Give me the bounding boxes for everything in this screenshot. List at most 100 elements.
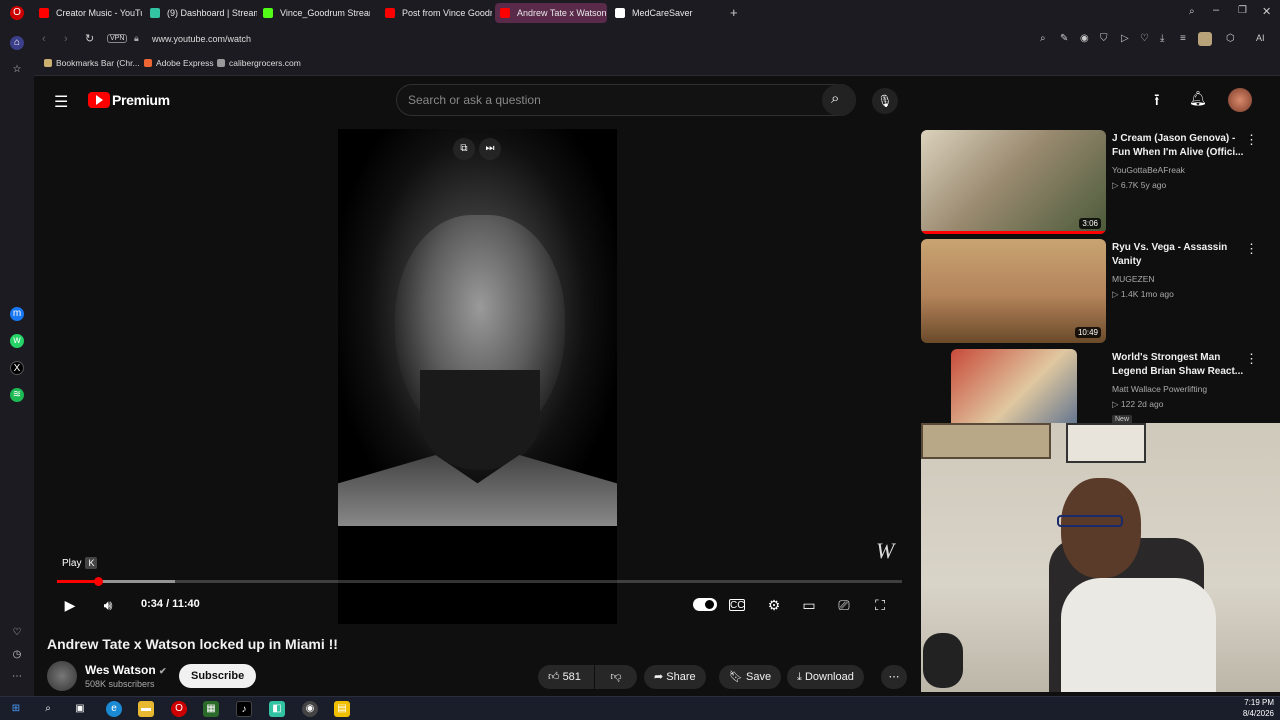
extensions-icon[interactable]: ⬡ (1226, 33, 1235, 44)
upload-icon[interactable]: ⭱ (1154, 89, 1160, 116)
clock-time[interactable]: 7:19 PM (1236, 698, 1274, 707)
hamburger-menu-icon[interactable]: ☰ (54, 92, 68, 112)
channel-watermark-icon[interactable]: W (876, 538, 894, 564)
heart-icon[interactable]: ♡ (1140, 33, 1149, 44)
tab-post-from-vince[interactable]: Post from Vince Goodrum (380, 3, 492, 23)
start-icon[interactable]: ⊞ (8, 701, 24, 717)
recommendation-title[interactable]: Ryu Vs. Vega - Assassin Vanity (1112, 241, 1245, 269)
whatsapp-icon[interactable]: w (10, 334, 24, 348)
shield-icon[interactable]: ⛉ (1100, 33, 1108, 44)
progress-bar[interactable] (57, 580, 902, 583)
profile-icon[interactable] (1198, 32, 1212, 46)
reload-icon[interactable]: ↻ (85, 32, 94, 45)
tab-andrew-tate-video[interactable]: Andrew Tate x Watson lo (495, 3, 607, 23)
home-icon[interactable]: ⌂ (10, 36, 24, 50)
x-twitter-icon[interactable]: X (10, 361, 24, 375)
close-window-icon[interactable]: ✕ (1262, 5, 1271, 18)
file-explorer-icon[interactable]: ▬ (138, 701, 154, 717)
fullscreen-icon[interactable]: ⛶ (870, 596, 890, 614)
dislike-button[interactable]: 👎︎ (595, 665, 637, 689)
history-icon[interactable]: ◷ (10, 648, 24, 662)
watched-progress-bar (921, 231, 1106, 234)
bookmark-adobe-express[interactable]: Adobe Express (144, 58, 214, 68)
recommendation-channel[interactable]: Matt Wallace Powerlifting (1112, 384, 1207, 394)
notifications-bell-icon[interactable]: 🔔︎ (1189, 90, 1207, 107)
tab-streamlabs[interactable]: (9) Dashboard | Streamlab (145, 3, 257, 23)
voice-search-icon[interactable]: 🎙︎ (872, 88, 898, 114)
settings-gear-icon[interactable]: ⚙ (764, 596, 784, 614)
recommendation-item[interactable]: 10:49 Ryu Vs. Vega - Assassin Vanity MUG… (921, 239, 1271, 345)
kebab-menu-icon[interactable]: ⋮ (1245, 132, 1258, 148)
tab-medcaresaver[interactable]: MedCareSaver (610, 3, 722, 23)
maximize-icon[interactable]: ❐ (1238, 5, 1247, 16)
recommendation-title[interactable]: World's Strongest Man Legend Brian Shaw … (1112, 351, 1245, 379)
obs-icon[interactable]: ◉ (302, 701, 318, 717)
camera-icon[interactable]: ◉ (1080, 33, 1089, 44)
channel-avatar[interactable] (47, 661, 77, 691)
captions-icon[interactable]: CC (729, 599, 745, 611)
channel-name[interactable]: Wes Watson ✔ (85, 663, 167, 677)
account-avatar[interactable] (1228, 88, 1252, 112)
recommendation-thumbnail[interactable]: 10:49 (921, 239, 1106, 343)
url-field[interactable]: www.youtube.com/watch (152, 34, 251, 44)
download-icon[interactable]: ⤓ (1160, 33, 1164, 44)
kebab-menu-icon[interactable]: ⋮ (1245, 241, 1258, 257)
youtube-premium-logo[interactable]: Premium (112, 92, 170, 108)
recommendation-thumbnail[interactable]: 3:06 (921, 130, 1106, 234)
search-icon[interactable]: ⌕ (40, 701, 56, 717)
save-button[interactable]: 🔖︎ Save (719, 665, 782, 689)
vpn-badge[interactable]: VPN (107, 34, 128, 43)
forward-icon[interactable]: › (64, 33, 68, 45)
menu-icon[interactable]: ≡ (1180, 33, 1186, 44)
sticky-notes-icon[interactable]: ▤ (334, 701, 350, 717)
tab-creator-music[interactable]: Creator Music - YouTube S (34, 3, 142, 23)
recommendation-channel[interactable]: YouGottaBeAFreak (1112, 165, 1185, 175)
subscribe-button[interactable]: Subscribe (179, 664, 257, 688)
tiktok-icon[interactable]: ♪ (236, 701, 252, 717)
search-input[interactable]: Search or ask a question (396, 84, 856, 116)
bookmark-folder[interactable]: Bookmarks Bar (Chr... (44, 58, 140, 68)
autoplay-toggle[interactable] (693, 598, 717, 611)
download-button[interactable]: ⤓ Download (787, 665, 864, 689)
streamlabs-icon[interactable]: ◧ (269, 701, 285, 717)
player-icon[interactable]: ▷ (1121, 33, 1129, 44)
store-icon[interactable]: ▦ (203, 701, 219, 717)
youtube-logo-icon[interactable] (88, 92, 110, 108)
back-icon[interactable]: ‹ (42, 33, 46, 45)
recommendation-meta: ▷ 1.4K 1mo ago (1112, 289, 1174, 299)
share-button[interactable]: ➦ Share (644, 665, 706, 689)
opera-icon[interactable]: O (171, 701, 187, 717)
zoom-icon[interactable]: ⌕ (1040, 33, 1046, 44)
tab-search-icon[interactable]: ⌕ (1189, 6, 1195, 17)
clock-date[interactable]: 8/4/2026 (1236, 709, 1274, 718)
recommendation-title[interactable]: J Cream (Jason Genova) - Fun When I'm Al… (1112, 132, 1245, 160)
edge-icon[interactable]: e (106, 701, 122, 717)
edit-icon[interactable]: ✎ (1060, 33, 1068, 44)
recommendation-meta: ▷ 6.7K 5y ago (1112, 180, 1167, 190)
ai-button[interactable]: AI (1256, 33, 1265, 43)
search-button[interactable]: ⌕ (822, 84, 856, 116)
tab-kick[interactable]: Vince_Goodrum Stream - (258, 3, 370, 23)
more-actions-button[interactable]: ⋯ (881, 665, 907, 689)
miniplayer-icon[interactable]: ⧉ (453, 138, 475, 160)
recommendation-item[interactable]: 3:06 J Cream (Jason Genova) - Fun When I… (921, 130, 1271, 236)
scrubber-handle[interactable] (94, 577, 104, 586)
play-button-icon[interactable]: ▶ (60, 596, 80, 614)
new-tab-icon[interactable]: + (730, 5, 738, 20)
next-video-icon[interactable]: ⏭ (479, 138, 501, 160)
spotify-icon[interactable]: ≋ (10, 388, 24, 402)
volume-icon[interactable]: 🔊︎ (98, 596, 118, 614)
recommendation-channel[interactable]: MUGEZEN (1112, 274, 1155, 284)
minimize-icon[interactable]: – (1213, 4, 1219, 16)
task-view-icon[interactable]: ▣ (72, 701, 88, 717)
more-icon[interactable]: ⋯ (10, 670, 24, 684)
opera-logo-icon[interactable]: O (10, 6, 24, 20)
like-button[interactable]: 👍︎ 581 (538, 665, 594, 689)
favorites-heart-icon[interactable]: ♡ (10, 626, 24, 640)
messenger-icon[interactable]: m (10, 307, 24, 321)
kebab-menu-icon[interactable]: ⋮ (1245, 351, 1258, 367)
theater-mode-icon[interactable]: ▭ (799, 596, 819, 614)
bookmark-calibergrocers[interactable]: calibergrocers.com (217, 58, 301, 68)
cast-icon[interactable]: ⎚ (834, 596, 854, 614)
pinboards-icon[interactable]: ☆ (10, 63, 24, 77)
